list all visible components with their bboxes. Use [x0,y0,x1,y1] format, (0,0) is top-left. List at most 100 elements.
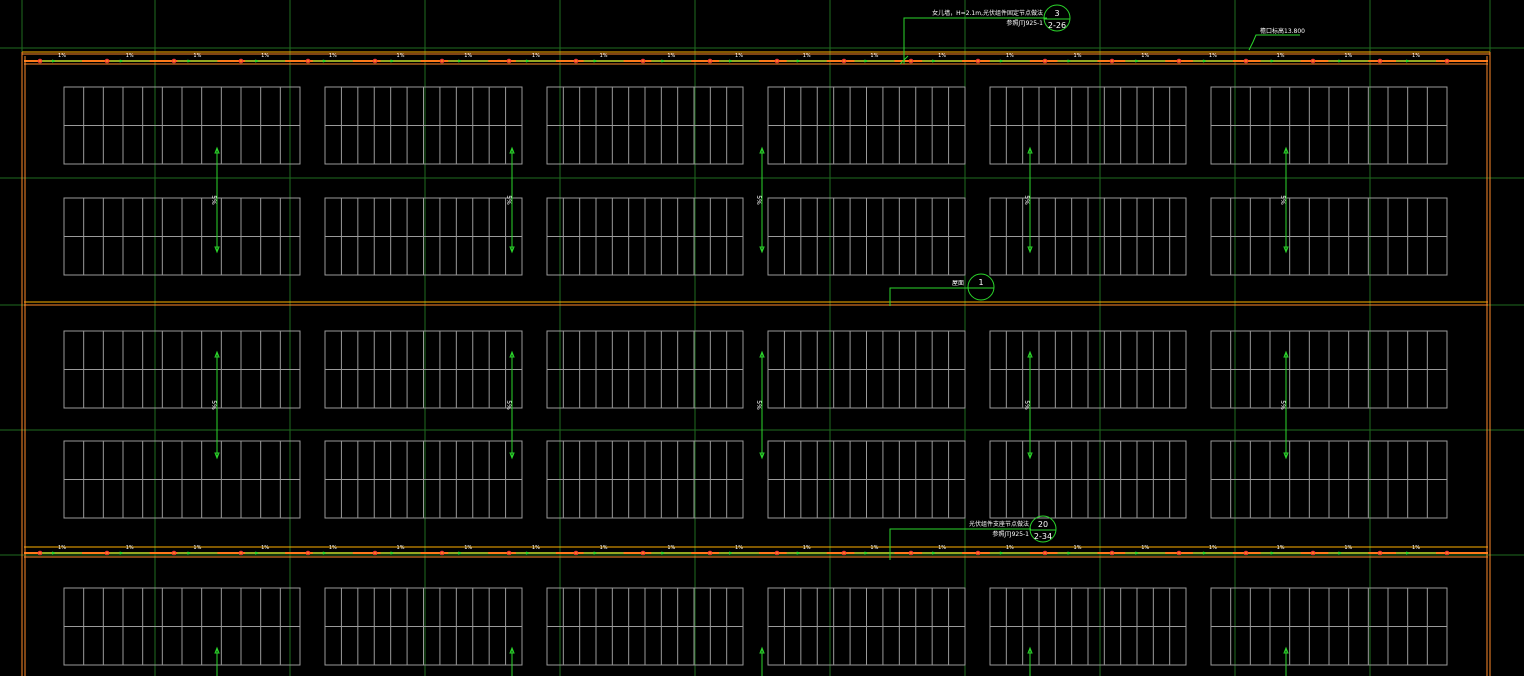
callout-note: 光伏组件支座节点做法 [969,520,1029,528]
gutter-slope-label: 1% [667,545,675,551]
gutter-arrow-head [1270,59,1276,63]
slope-label: 5% [505,195,512,205]
solar-panel-array [546,197,744,276]
detail-number: 20 [1038,520,1048,529]
gutter-arrow-head [932,59,938,63]
solar-panel-array [324,587,523,666]
gutter-slope-label: 1% [1412,545,1420,551]
callout-note: 屋面 [952,280,964,287]
gutter-slope-label: 1% [870,545,878,551]
solar-panel-array [546,86,744,165]
gutter-arrow-head [1270,551,1276,555]
solar-panel-array [546,587,744,666]
elevation-label: 檐口标高13.800 [1260,27,1305,35]
gutter-arrow-head [1202,551,1208,555]
gutter-arrow-head [52,59,57,63]
solar-panel-array [1210,440,1448,519]
detail-sheet: 2-26 [1048,21,1066,30]
gutter-slope-label: 1% [126,53,134,59]
elevation-mark[interactable]: 檐口标高13.800 [1248,27,1305,51]
slope-arrow: 5% [755,146,765,254]
solar-panel-array [767,197,966,276]
solar-panel-array [989,440,1187,519]
gutter-slope-label: 1% [464,53,472,59]
solar-panel-array [546,440,744,519]
gutter-arrow-head [864,59,870,63]
solar-panel-array [1210,86,1448,165]
gutter-arrow-head [322,551,328,555]
gutter-slope-label: 1% [1277,53,1285,59]
slope-arrow [214,646,220,676]
solar-panel-array [546,330,744,409]
gutter-arrow-head [458,59,464,63]
slope-label: 5% [210,400,217,410]
gutter-slope-label: 1% [735,545,743,551]
solar-panel-array [767,440,966,519]
gutter-arrow-head [729,59,734,63]
gutter-arrow-head [864,551,870,555]
gutter-arrow-head [796,551,802,555]
gutter-slope-label: 1% [261,53,269,59]
callout-ref: 参照JTJ925-1 [1006,19,1043,27]
gutter-arrow-head [1406,59,1411,63]
gutter-arrow-head [525,551,531,555]
gutter-arrow-head [999,551,1005,555]
slope-label: 5% [1023,400,1030,410]
gutter-slope-label: 1% [329,53,337,59]
gutter-arrow-head [1338,551,1344,555]
callout-note: 女儿墙，H=2.1m,光伏组件固定节点做法 [932,9,1043,17]
solar-panel-array [989,587,1187,666]
solar-panel-array [324,86,523,165]
gutter-arrow-head [1406,551,1411,555]
solar-panel-array [63,86,301,165]
solar-panel-array [63,197,301,276]
slope-arrow [759,646,765,676]
slope-label: 5% [505,400,512,410]
gutter-slope-label: 1% [1074,53,1082,59]
gutter-arrow-head [661,59,667,63]
gutter-slope-label: 1% [938,545,946,551]
gutter-slope-label: 1% [193,53,201,59]
gutter-arrow-head [187,551,193,555]
gutter-arrow-head [1067,551,1073,555]
callout-detail-1[interactable]: 屋面 1 [889,273,995,306]
callout-detail-3[interactable]: 女儿墙，H=2.1m,光伏组件固定节点做法 参照JTJ925-1 3 2-26 [899,4,1071,65]
solar-panel-array [1210,197,1448,276]
gutter-slope-label: 1% [600,545,608,551]
gutter-slope-label: 1% [58,545,66,551]
slope-label: 5% [755,400,762,410]
slope-arrow [1027,646,1033,676]
gutter-arrow-head [999,59,1005,63]
gutter-slope-label: 1% [532,53,540,59]
gutter-arrow-head [1135,551,1141,555]
gutter-slope-label: 1% [329,545,337,551]
gutter-slope-label: 1% [1141,53,1149,59]
solar-panel-array [767,587,966,666]
solar-panel-array [1210,330,1448,409]
grid-axes [0,0,1524,676]
slope-label: 5% [210,195,217,205]
gutter-slope-label: 1% [803,545,811,551]
gutter-slope-label: 1% [1209,545,1217,551]
slope-arrow [1283,646,1289,676]
gutter-arrow-head [390,59,396,63]
gutter-arrow-head [255,551,261,555]
gutter-arrow-head [1135,59,1141,63]
detail-number: 3 [1054,9,1059,18]
slope-arrow: 5% [755,350,765,460]
gutter-slope-label: 1% [464,545,472,551]
gutter-slope-label: 1% [1277,545,1285,551]
gutter-arrow-head [593,551,599,555]
solar-panel-array [324,440,523,519]
gutter-arrow-head [1067,59,1073,63]
gutter-slope-label: 1% [1209,53,1217,59]
gutter-arrow-head [390,551,396,555]
gutter-slope-label: 1% [397,545,405,551]
gutter-slope-label: 1% [1074,545,1082,551]
detail-number: 1 [978,278,983,287]
gutter-slope-label: 1% [1006,545,1014,551]
slope-arrow: 5% [1023,350,1033,460]
solar-panel-array [1210,587,1448,666]
gutter-arrow-head [322,59,328,63]
slope-label: 5% [1279,400,1286,410]
